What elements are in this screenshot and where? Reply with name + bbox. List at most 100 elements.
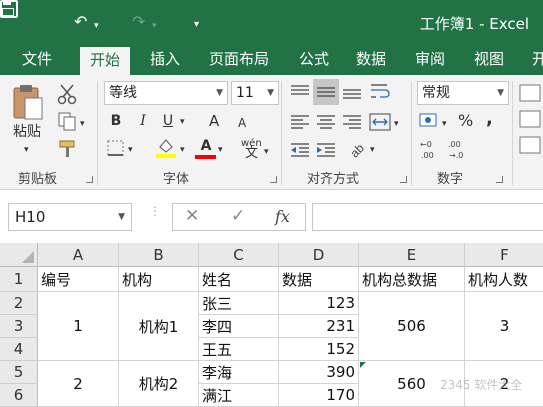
- align-top-icon[interactable]: [288, 81, 312, 103]
- copy-icon[interactable]: [56, 111, 78, 133]
- tab-review[interactable]: 审阅: [405, 45, 455, 75]
- format-painter-icon[interactable]: [58, 139, 78, 159]
- font-launcher-icon[interactable]: [270, 176, 277, 183]
- column-header-d[interactable]: D: [279, 243, 359, 267]
- tab-file[interactable]: 文件: [12, 45, 62, 75]
- number-launcher-icon[interactable]: [496, 176, 503, 183]
- font-color-dropdown-icon[interactable]: ▾: [218, 139, 223, 161]
- row-header-5[interactable]: 5: [0, 361, 38, 384]
- cell-c2[interactable]: 张三: [199, 292, 279, 315]
- cell-e2-merged[interactable]: 506: [359, 292, 465, 361]
- tab-formulas[interactable]: 公式: [289, 45, 339, 75]
- cell-d3[interactable]: 231: [279, 315, 359, 338]
- align-middle-button[interactable]: [313, 79, 339, 105]
- enter-icon[interactable]: ✓: [231, 206, 245, 226]
- cancel-icon[interactable]: ✕: [185, 206, 199, 226]
- fill-color-dropdown-icon[interactable]: ▾: [180, 139, 185, 161]
- row-header-2[interactable]: 2: [0, 292, 38, 315]
- select-all-button[interactable]: [0, 243, 38, 267]
- phonetic-dropdown-icon[interactable]: ▾: [264, 141, 269, 163]
- underline-dropdown-icon[interactable]: ▾: [180, 111, 185, 133]
- cell-f2-merged[interactable]: 3: [465, 292, 543, 361]
- styles-group-partial-icon[interactable]: [518, 81, 543, 161]
- borders-dropdown-icon[interactable]: ▾: [128, 139, 133, 161]
- font-color-button[interactable]: A: [197, 135, 215, 157]
- copy-dropdown-icon[interactable]: ▾: [80, 113, 85, 135]
- orientation-dropdown-icon[interactable]: ▾: [370, 139, 375, 161]
- column-header-c[interactable]: C: [199, 243, 279, 267]
- undo-dropdown-icon[interactable]: ▾: [94, 14, 99, 38]
- cell-d1[interactable]: 数据: [279, 267, 359, 292]
- paste-dropdown-icon[interactable]: ▾: [24, 139, 29, 161]
- underline-button[interactable]: U: [161, 110, 175, 132]
- accounting-dropdown-icon[interactable]: ▾: [442, 113, 447, 135]
- row-header-3[interactable]: 3: [0, 315, 38, 338]
- column-header-b[interactable]: B: [119, 243, 199, 267]
- font-size-select[interactable]: 11 ▼: [231, 81, 279, 105]
- column-header-e[interactable]: E: [359, 243, 465, 267]
- name-box[interactable]: H10 ▼: [8, 203, 132, 231]
- merge-center-icon[interactable]: [368, 111, 392, 133]
- decrease-decimal-icon[interactable]: .00→.0: [446, 137, 470, 161]
- cell-e1[interactable]: 机构总数据: [359, 267, 465, 292]
- row-header-1[interactable]: 1: [0, 267, 38, 292]
- undo-icon[interactable]: ↶: [74, 10, 87, 34]
- cell-b2-merged[interactable]: 机构1: [119, 292, 199, 361]
- shrink-font-button[interactable]: A: [238, 112, 246, 134]
- phonetic-guide-icon[interactable]: 文: [245, 143, 258, 165]
- align-bottom-icon[interactable]: [340, 81, 364, 103]
- align-left-icon[interactable]: [288, 111, 312, 133]
- font-name-select[interactable]: 等线 ▼: [104, 81, 228, 105]
- wrap-text-icon[interactable]: [368, 81, 392, 103]
- formula-bar-grip-icon[interactable]: ⋮: [149, 205, 161, 217]
- cell-d6[interactable]: 170: [279, 384, 359, 407]
- percent-button[interactable]: %: [458, 110, 473, 132]
- cell-c6[interactable]: 满江: [199, 384, 279, 407]
- accounting-format-icon[interactable]: [418, 111, 440, 131]
- tab-page-layout[interactable]: 页面布局: [199, 45, 279, 75]
- cell-d2[interactable]: 123: [279, 292, 359, 315]
- align-right-icon[interactable]: [340, 111, 364, 133]
- cell-a5-merged[interactable]: 2: [38, 361, 119, 407]
- row-header-4[interactable]: 4: [0, 338, 38, 361]
- insert-function-icon[interactable]: fx: [275, 207, 290, 226]
- number-format-select[interactable]: 常规 ▼: [417, 81, 509, 105]
- tab-home[interactable]: 开始: [80, 47, 131, 75]
- cut-icon[interactable]: [56, 83, 78, 105]
- text-orientation-icon[interactable]: ab: [346, 137, 368, 161]
- cell-b1[interactable]: 机构: [119, 267, 199, 292]
- fill-color-icon[interactable]: [155, 137, 177, 159]
- cell-b5-merged[interactable]: 机构2: [119, 361, 199, 407]
- italic-button[interactable]: I: [137, 110, 149, 132]
- tab-view[interactable]: 视图: [464, 45, 514, 75]
- clipboard-launcher-icon[interactable]: [86, 176, 93, 183]
- redo-dropdown-icon[interactable]: ▾: [152, 14, 157, 38]
- borders-icon[interactable]: [106, 139, 126, 157]
- cell-a2-merged[interactable]: 1: [38, 292, 119, 361]
- paste-icon[interactable]: [12, 83, 44, 121]
- customize-qat-icon[interactable]: ▾: [194, 13, 199, 37]
- cell-d5[interactable]: 390: [279, 361, 359, 384]
- row-header-6[interactable]: 6: [0, 384, 38, 407]
- increase-indent-icon[interactable]: [314, 139, 338, 161]
- tab-more[interactable]: 开: [522, 45, 543, 75]
- cell-f1[interactable]: 机构人数: [465, 267, 543, 292]
- column-header-f[interactable]: F: [465, 243, 543, 267]
- tab-data[interactable]: 数据: [346, 45, 396, 75]
- cell-c5[interactable]: 李海: [199, 361, 279, 384]
- column-header-a[interactable]: A: [38, 243, 119, 267]
- cell-c1[interactable]: 姓名: [199, 267, 279, 292]
- cell-a1[interactable]: 编号: [38, 267, 119, 292]
- redo-icon[interactable]: ↷: [132, 10, 145, 34]
- alignment-launcher-icon[interactable]: [400, 176, 407, 183]
- align-center-icon[interactable]: [314, 111, 338, 133]
- comma-style-button[interactable]: ,: [486, 108, 493, 130]
- grow-font-button[interactable]: A: [209, 110, 219, 132]
- save-icon[interactable]: [0, 0, 18, 18]
- bold-button[interactable]: B: [108, 110, 124, 132]
- cell-d4[interactable]: 152: [279, 338, 359, 361]
- decrease-indent-icon[interactable]: [288, 139, 312, 161]
- increase-decimal-icon[interactable]: ←0.00: [418, 137, 442, 161]
- cell-c3[interactable]: 李四: [199, 315, 279, 338]
- formula-input[interactable]: [312, 203, 543, 231]
